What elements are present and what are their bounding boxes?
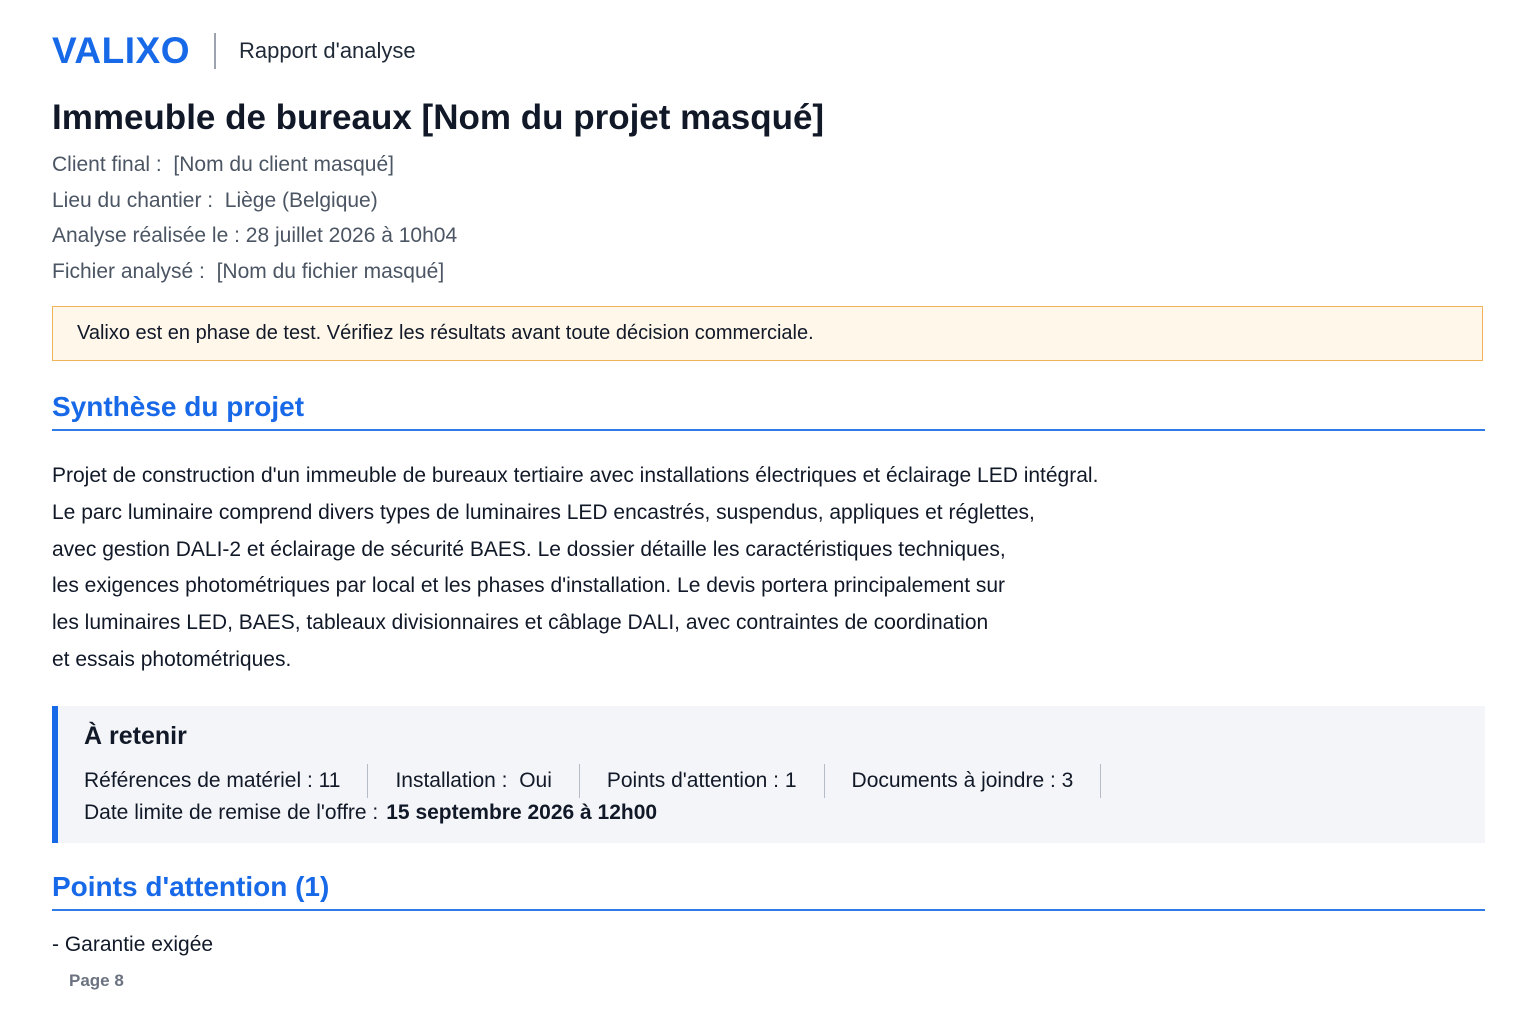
summary-line: les exigences photométriques par local e… bbox=[52, 574, 1006, 598]
meta-value: [Nom du client masqué] bbox=[173, 153, 394, 176]
stat-value: 1 bbox=[784, 769, 797, 792]
section-heading-attention: Points d'attention (1) bbox=[52, 871, 1485, 911]
project-title: Immeuble de bureaux [Nom du projet masqu… bbox=[52, 98, 825, 137]
summary-line: Projet de construction d'un immeuble de … bbox=[52, 464, 1099, 487]
stat-label: Références de matériel : bbox=[84, 769, 313, 792]
stat-label: Installation : bbox=[395, 769, 508, 792]
meta-value: 28 juillet 2026 à 10h04 bbox=[245, 224, 458, 247]
summary-line: et essais photométriques. bbox=[52, 647, 292, 671]
test-phase-warning: Valixo est en phase de test. Vérifiez le… bbox=[52, 306, 1483, 361]
section-title: Synthèse du projet bbox=[52, 391, 305, 422]
key-points-box: À retenir Références de matériel : 11 In… bbox=[52, 706, 1485, 843]
meta-analysis-date: Analyse réalisée le : 28 juillet 2026 à … bbox=[52, 224, 457, 248]
meta-label: Lieu du chantier : bbox=[52, 189, 214, 212]
stat-label: Points d'attention : bbox=[606, 769, 779, 792]
section-heading-synthese: Synthèse du projet bbox=[52, 391, 1485, 431]
deadline-label: Date limite de remise de l'offre : bbox=[84, 801, 379, 824]
meta-file: Fichier analysé : [Nom du fichier masqué… bbox=[52, 260, 444, 284]
stat-value: 3 bbox=[1061, 769, 1074, 792]
stat-installation: Installation : Oui bbox=[395, 769, 551, 793]
key-points-title: À retenir bbox=[84, 722, 187, 750]
page-number: Page 8 bbox=[69, 971, 124, 990]
stat-label: Documents à joindre : bbox=[851, 769, 1056, 792]
stat-documents: Documents à joindre : 3 bbox=[852, 769, 1074, 793]
offer-deadline: Date limite de remise de l'offre : 15 sep… bbox=[84, 801, 657, 825]
meta-label: Fichier analysé : bbox=[52, 260, 205, 283]
meta-location: Lieu du chantier : Liège (Belgique) bbox=[52, 189, 378, 213]
summary-line: les luminaires LED, BAES, tableaux divis… bbox=[52, 611, 989, 635]
key-stats-row: Références de matériel : 11 Installation… bbox=[84, 764, 1128, 798]
stat-value: Oui bbox=[519, 769, 552, 792]
stat-divider bbox=[1100, 764, 1102, 798]
section-title: Points d'attention (1) bbox=[52, 871, 330, 902]
stat-attention-points: Points d'attention : 1 bbox=[607, 769, 797, 793]
meta-label: Analyse réalisée le : bbox=[52, 224, 240, 247]
meta-value: [Nom du fichier masqué] bbox=[216, 260, 445, 283]
stat-divider bbox=[578, 764, 580, 798]
meta-client: Client final : [Nom du client masqué] bbox=[52, 153, 394, 177]
report-type: Rapport d'analyse bbox=[239, 38, 416, 63]
header-divider bbox=[214, 33, 216, 69]
project-summary: Projet de construction d'un immeuble de … bbox=[52, 458, 1098, 679]
meta-value: Liège (Belgique) bbox=[224, 189, 378, 212]
brand-logo: VALIXO bbox=[52, 30, 190, 71]
stat-divider bbox=[367, 764, 369, 798]
attention-item: - Garantie exigée bbox=[52, 933, 214, 956]
stat-references: Références de matériel : 11 bbox=[84, 769, 340, 793]
warning-text: Valixo est en phase de test. Vérifiez le… bbox=[77, 322, 814, 344]
summary-line: avec gestion DALI-2 et éclairage de sécu… bbox=[52, 537, 1006, 561]
report-header: VALIXO Rapport d'analyse bbox=[52, 30, 416, 72]
stat-divider bbox=[823, 764, 825, 798]
summary-line: Le parc luminaire comprend divers types … bbox=[52, 500, 1035, 524]
deadline-value: 15 septembre 2026 à 12h00 bbox=[386, 801, 658, 824]
stat-value: 11 bbox=[318, 769, 341, 792]
meta-label: Client final : bbox=[52, 153, 162, 176]
